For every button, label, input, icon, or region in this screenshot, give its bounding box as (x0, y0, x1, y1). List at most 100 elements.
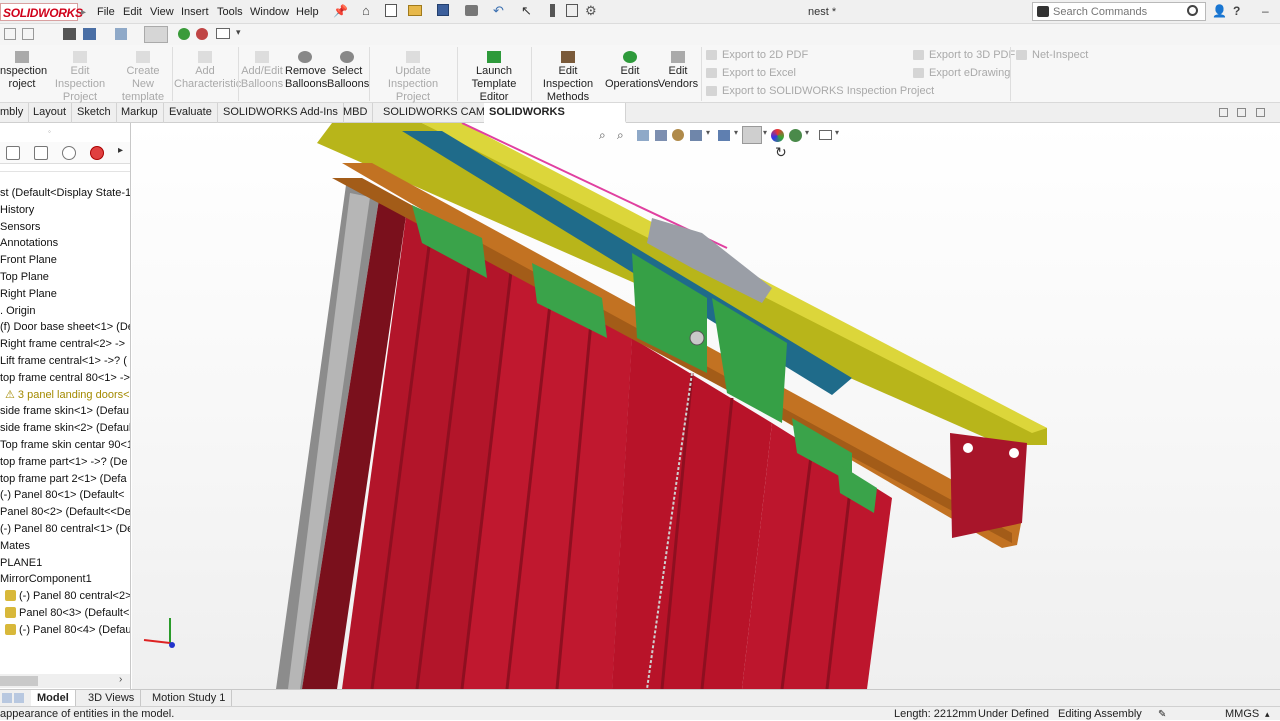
options-gear-icon[interactable]: ⚙ (585, 3, 597, 19)
tab-scroll-left-icon[interactable] (2, 693, 12, 703)
tree-item[interactable]: Panel 80<2> (Default<<De (0, 504, 130, 521)
chevron-right-icon[interactable]: ▸ (118, 145, 123, 156)
scene-icon[interactable] (196, 28, 208, 40)
tree-item[interactable]: Right frame central<2> -> (0, 336, 125, 353)
tab-markup[interactable]: Markup (116, 103, 164, 123)
dropdown-chevron-icon[interactable]: ▾ (236, 27, 241, 38)
panel-collapse-handle[interactable]: ◦ (48, 127, 51, 136)
tree-item[interactable]: Annotations (0, 235, 58, 252)
tree-item[interactable]: (-) Panel 80<1> (Default< (0, 487, 124, 504)
hide-show-button[interactable] (144, 26, 168, 43)
export-edrawing-item[interactable]: Export eDrawing (913, 67, 1010, 79)
property-manager-tab-icon[interactable] (34, 146, 48, 160)
camera-icon[interactable] (63, 28, 76, 40)
tree-item[interactable]: side frame skin<2> (Defaul (0, 420, 130, 437)
configuration-manager-tab-icon[interactable] (62, 146, 76, 160)
tab-mbd[interactable]: MBD (338, 103, 374, 123)
tree-item[interactable]: . Origin (0, 303, 35, 320)
inspection-project-button[interactable]: nspection roject (0, 51, 47, 91)
edit-vendors-button[interactable]: Edit Vendors (657, 51, 699, 91)
add-edit-balloons-button[interactable]: Add/Edit Balloons (240, 51, 284, 91)
tree-item[interactable]: PLANE1 (0, 555, 42, 572)
search-commands-box[interactable] (1032, 2, 1206, 21)
pencil-icon[interactable] (22, 28, 34, 40)
tree-item[interactable]: History (0, 202, 34, 219)
tab-solidworks-addins[interactable]: SOLIDWORKS Add-Ins (218, 103, 344, 123)
monitor-icon[interactable] (216, 28, 230, 39)
tree-item[interactable]: (-) Panel 80 central<1> (De (0, 521, 130, 538)
menu-tools[interactable]: Tools (217, 6, 243, 18)
save-icon[interactable] (437, 4, 449, 16)
tab-solidworks-cam[interactable]: SOLIDWORKS CAM (378, 103, 492, 123)
tree-item[interactable]: MirrorComponent1 (0, 571, 92, 588)
tree-horizontal-scrollbar[interactable]: › (0, 674, 130, 688)
net-inspect-item[interactable]: Net-Inspect (1016, 49, 1088, 61)
tab-solidworks-inspection[interactable]: SOLIDWORKS Inspection (484, 103, 626, 137)
edit-operations-button[interactable]: Edit Operations (605, 51, 659, 91)
tab-sketch[interactable]: Sketch (72, 103, 117, 123)
rebuild-status-icon[interactable]: ✎ (1158, 708, 1166, 721)
tree-item[interactable]: Lift frame central<1> ->? ( (0, 353, 127, 370)
tab-3d-views[interactable]: 3D Views (82, 690, 142, 707)
3d-model-view[interactable] (132, 123, 1280, 689)
sketch-icon[interactable] (4, 28, 16, 40)
search-mode-icon[interactable] (1037, 6, 1049, 17)
appearance-icon[interactable] (178, 28, 190, 40)
minimize-icon[interactable]: – (1262, 4, 1269, 18)
units-dropdown-icon[interactable]: ▴ (1265, 708, 1270, 721)
tree-item[interactable]: top frame part 2<1> (Defa (0, 471, 127, 488)
logo-arrow-icon[interactable]: ▸ (81, 7, 89, 18)
tree-item[interactable]: Top frame skin centar 90<1 (0, 437, 130, 454)
tree-item[interactable]: top frame part<1> ->? (De (0, 454, 127, 471)
search-input[interactable] (1053, 4, 1183, 19)
search-icon[interactable] (1187, 5, 1198, 16)
add-characteristic-button[interactable]: Add Characteristic (174, 51, 241, 91)
scrollbar-thumb[interactable] (0, 676, 38, 686)
tree-item[interactable]: Mates (0, 538, 30, 555)
feature-manager-tab-icon[interactable] (6, 146, 20, 160)
export-2d-pdf-item[interactable]: Export to 2D PDF (706, 49, 808, 61)
tree-item[interactable]: ⚠ 3 panel landing doors< (5, 387, 130, 404)
remove-balloons-button[interactable]: Remove Balloons (285, 51, 327, 91)
edit-inspection-methods-button[interactable]: Edit Inspection Methods (533, 51, 603, 104)
menu-window[interactable]: Window (250, 6, 289, 18)
select-balloons-button[interactable]: Select Balloons (327, 51, 369, 91)
undo-icon[interactable]: ↶ (493, 3, 504, 19)
edit-inspection-project-button[interactable]: Edit Inspection Project (46, 51, 114, 104)
restore-view-icon[interactable] (1219, 108, 1228, 117)
tab-layout[interactable]: Layout (28, 103, 73, 123)
menu-help[interactable]: Help (296, 6, 319, 18)
tab-evaluate[interactable]: Evaluate (164, 103, 218, 123)
help-icon[interactable]: ? (1233, 4, 1240, 18)
tree-item[interactable]: Right Plane (0, 286, 57, 303)
status-units[interactable]: MMGS (1225, 708, 1259, 721)
tree-item[interactable]: (-) Panel 80<4> (Defaul (5, 622, 130, 639)
pin-icon[interactable]: 📌 (333, 4, 348, 18)
solidworks-logo[interactable]: SOLIDWORKS (3, 6, 83, 20)
rebuild-icon[interactable] (550, 4, 555, 17)
export-3d-pdf-item[interactable]: Export to 3D PDF (913, 49, 1015, 61)
tab-model[interactable]: Model (31, 690, 76, 707)
maximize-view-icon[interactable] (1237, 108, 1246, 117)
open-folder-icon[interactable] (408, 5, 422, 16)
menu-view[interactable]: View (150, 6, 174, 18)
new-document-icon[interactable] (385, 4, 397, 17)
tree-item[interactable]: Sensors (0, 219, 40, 236)
print-icon[interactable] (465, 5, 478, 16)
tab-scroll-right-icon[interactable] (14, 693, 24, 703)
export-excel-item[interactable]: Export to Excel (706, 67, 796, 79)
tree-item[interactable]: top frame central 80<1> -> (0, 370, 130, 387)
select-arrow-icon[interactable]: ↖ (521, 3, 532, 19)
scroll-right-icon[interactable]: › (119, 674, 122, 685)
tree-item[interactable]: Top Plane (0, 269, 49, 286)
menu-edit[interactable]: Edit (123, 6, 142, 18)
graphics-area[interactable]: ⌕ ⌕ ▾ ▾ ▾ ▾ ▾ ↻ (132, 123, 1280, 689)
display-style-icon[interactable] (115, 28, 127, 40)
file-properties-icon[interactable] (566, 4, 578, 17)
export-inspection-project-item[interactable]: Export to SOLIDWORKS Inspection Project (706, 85, 934, 97)
tree-item[interactable]: Panel 80<3> (Default< (5, 605, 129, 622)
tree-item[interactable]: Front Plane (0, 252, 57, 269)
tile-view-icon[interactable] (1256, 108, 1265, 117)
tree-item[interactable]: side frame skin<1> (Defau (0, 403, 129, 420)
tree-item[interactable]: (f) Door base sheet<1> (De (0, 319, 130, 336)
